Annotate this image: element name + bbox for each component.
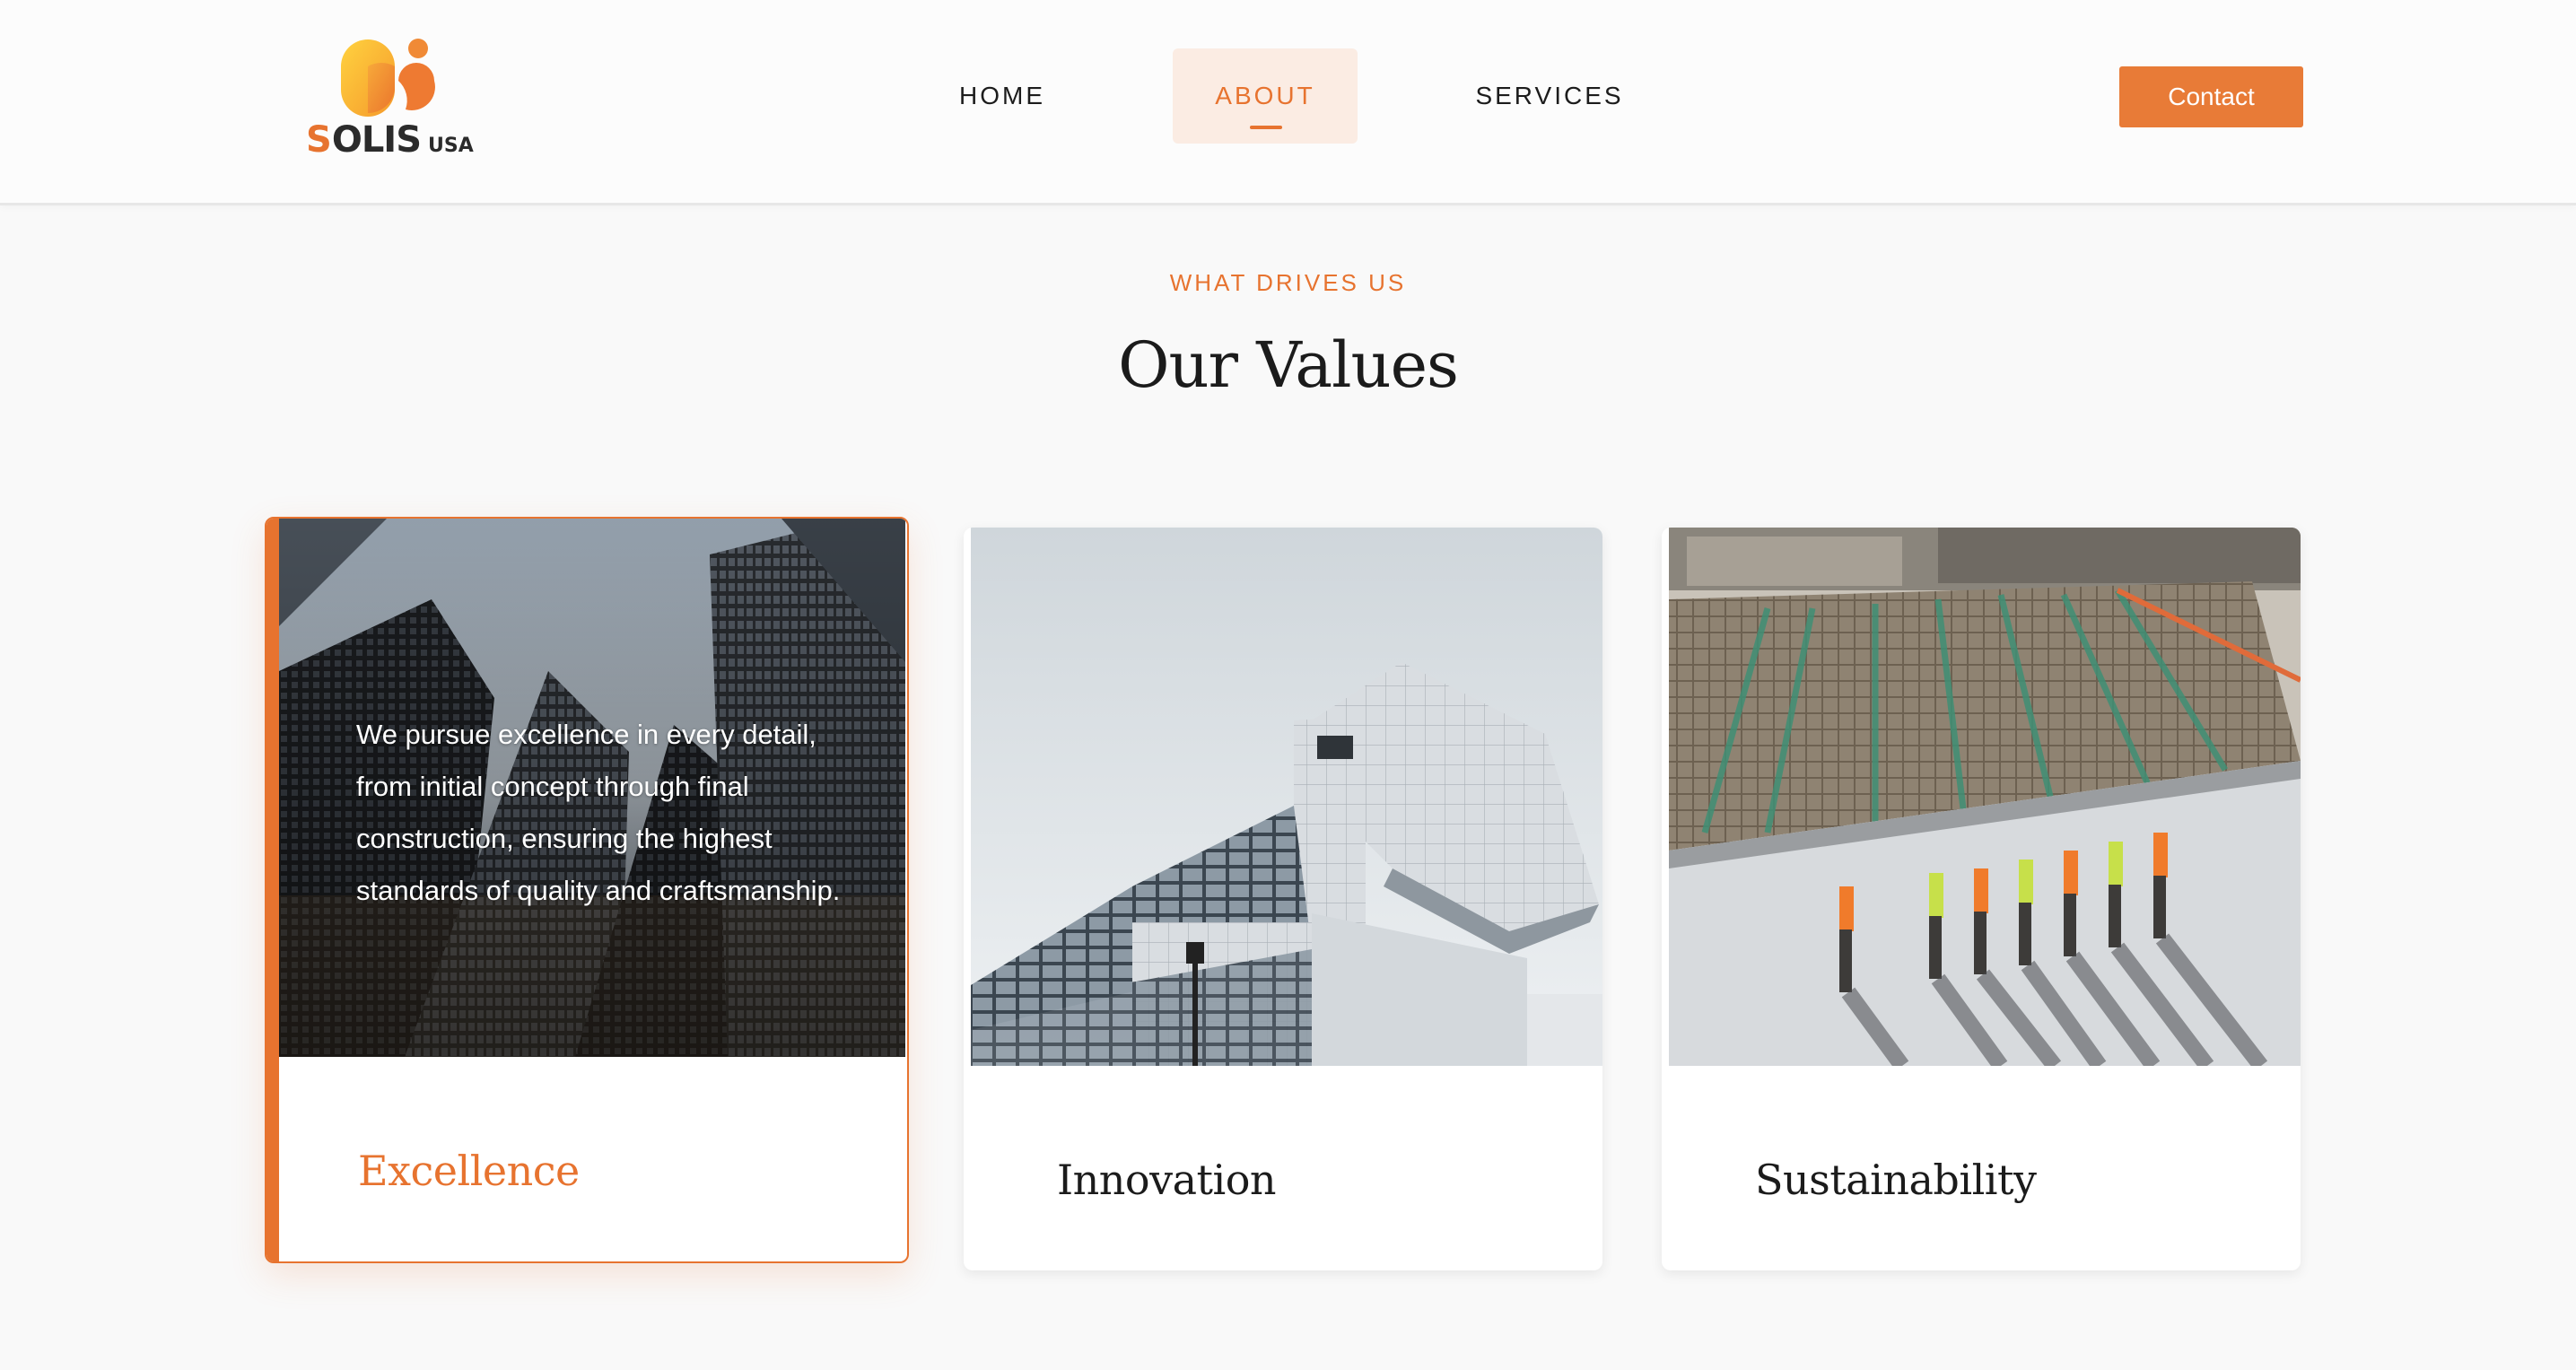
- nav-services[interactable]: SERVICES: [1446, 48, 1653, 144]
- brand-name: OLIS: [331, 119, 422, 161]
- value-card-sustainability[interactable]: Sustainability: [1662, 528, 2301, 1270]
- active-indicator: [1250, 126, 1282, 129]
- brand-wordmark: SOLIS USA: [306, 122, 474, 158]
- sun-logo-icon: [341, 39, 435, 117]
- contact-button[interactable]: Contact: [2119, 66, 2303, 127]
- skyscrapers-image: We pursue excellence in every detail, fr…: [279, 519, 905, 1057]
- nav-about[interactable]: ABOUT: [1173, 48, 1358, 144]
- section-title: Our Values: [1118, 328, 1459, 402]
- value-card-innovation[interactable]: Innovation: [964, 528, 1602, 1270]
- brand-initial: S: [306, 119, 332, 161]
- nav-home[interactable]: HOME: [915, 48, 1089, 144]
- brand-suffix: USA: [428, 135, 474, 157]
- section-eyebrow: WHAT DRIVES US: [1169, 269, 1407, 296]
- card-title-innovation: Innovation: [1057, 1156, 1277, 1204]
- logo[interactable]: SOLIS USA: [303, 32, 474, 167]
- card-description: We pursue excellence in every detail, fr…: [356, 719, 841, 906]
- card-accent-bar: [266, 519, 279, 1261]
- card-title-sustainability: Sustainability: [1755, 1156, 2037, 1204]
- nav-about-label: ABOUT: [1215, 82, 1315, 109]
- site-header: SOLIS USA HOME ABOUT SERVICES Contact: [0, 0, 2576, 205]
- value-card-excellence[interactable]: We pursue excellence in every detail, fr…: [265, 517, 909, 1263]
- modern-building-image: [971, 528, 1602, 1066]
- card-title-excellence: Excellence: [358, 1147, 580, 1195]
- construction-site-image: [1669, 528, 2301, 1066]
